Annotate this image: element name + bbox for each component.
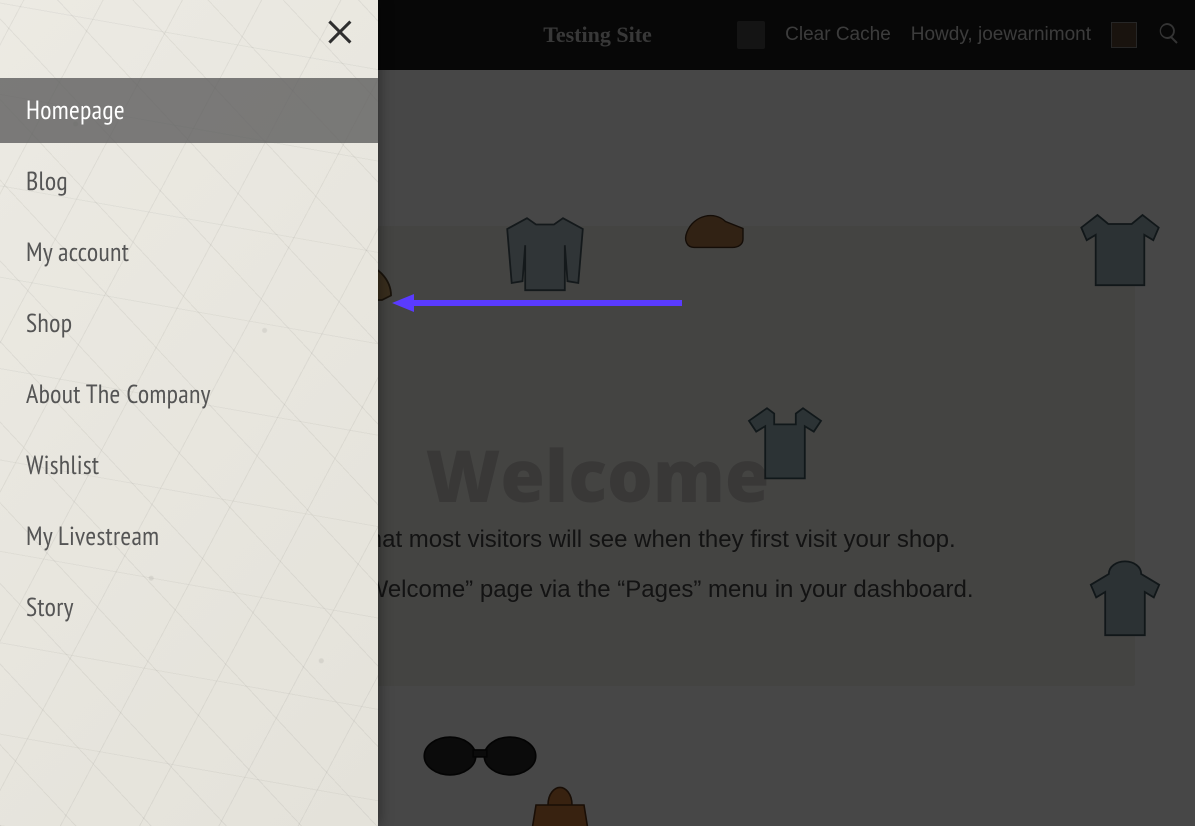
sidebar-nav: HomepageBlogMy accountShopAbout The Comp…	[0, 78, 378, 640]
sidebar-item-my-livestream[interactable]: My Livestream	[0, 504, 378, 569]
sidebar-item-shop[interactable]: Shop	[0, 291, 378, 356]
sidebar-item-my-account[interactable]: My account	[0, 220, 378, 285]
sidebar-item-homepage[interactable]: Homepage	[0, 78, 378, 143]
close-icon[interactable]	[320, 10, 364, 54]
sidebar-drawer: HomepageBlogMy accountShopAbout The Comp…	[0, 0, 378, 826]
sidebar-item-about-the-company[interactable]: About The Company	[0, 362, 378, 427]
sidebar-item-wishlist[interactable]: Wishlist	[0, 433, 378, 498]
sidebar-item-story[interactable]: Story	[0, 575, 378, 640]
sidebar-item-blog[interactable]: Blog	[0, 149, 378, 214]
